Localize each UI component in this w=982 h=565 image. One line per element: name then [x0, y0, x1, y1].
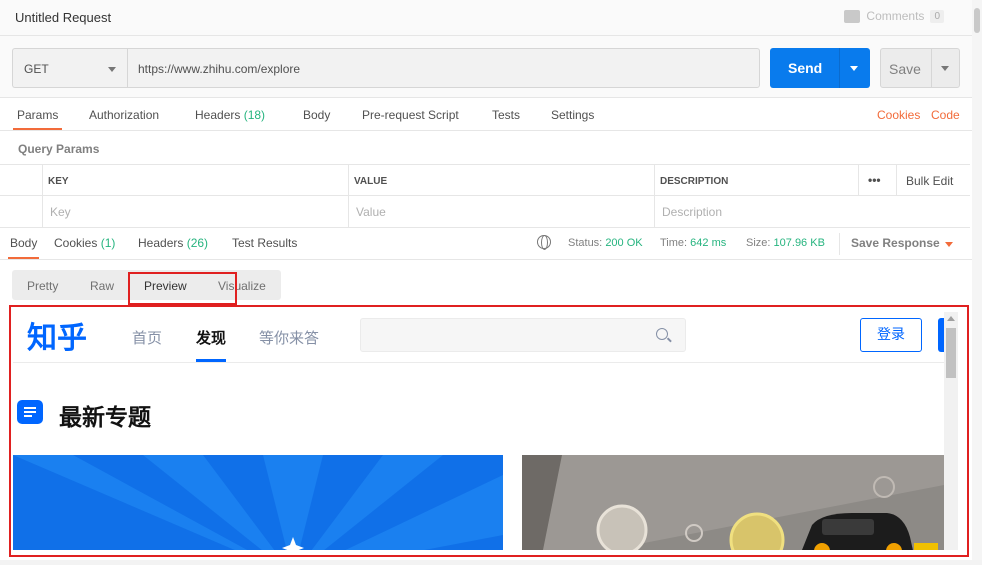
save-button[interactable]: Save: [880, 48, 960, 88]
window-scrollbar[interactable]: [972, 0, 982, 565]
request-tabs: Params Authorization Headers (18) Body P…: [0, 98, 972, 131]
comments-button[interactable]: Comments 0: [844, 9, 944, 23]
tab-pre-request-script[interactable]: Pre-request Script: [362, 108, 459, 122]
response-bar: Body Cookies (1) Headers (26) Test Resul…: [0, 228, 972, 260]
send-button[interactable]: Send: [770, 48, 870, 88]
tab-response-headers[interactable]: Headers (26): [138, 236, 208, 250]
tab-response-body[interactable]: Body: [7, 236, 40, 259]
column-header-description: DESCRIPTION: [660, 176, 729, 187]
tab-raw[interactable]: Raw: [90, 279, 114, 293]
save-divider: [931, 49, 932, 87]
method-select[interactable]: GET: [12, 48, 128, 88]
key-input[interactable]: Key: [50, 205, 71, 219]
save-response-chevron-icon[interactable]: [945, 242, 953, 247]
query-params-title: Query Params: [18, 142, 100, 156]
tab-test-results[interactable]: Test Results: [232, 236, 297, 250]
preview-highlight-box: [9, 305, 969, 557]
params-table: KEY VALUE DESCRIPTION ••• Bulk Edit Key …: [0, 164, 970, 228]
url-bar: GET https://www.zhihu.com/explore Send S…: [0, 36, 972, 98]
comments-count-badge: 0: [930, 9, 944, 23]
tab-pretty[interactable]: Pretty: [27, 279, 58, 293]
save-response-button[interactable]: Save Response: [851, 236, 940, 250]
tab-authorization[interactable]: Authorization: [89, 108, 159, 122]
chevron-down-icon: [108, 67, 116, 72]
status-divider: [839, 233, 840, 255]
cookies-link[interactable]: Cookies: [877, 108, 920, 122]
send-label: Send: [788, 60, 823, 76]
url-value: https://www.zhihu.com/explore: [138, 62, 301, 76]
column-divider: [348, 165, 349, 227]
tab-settings[interactable]: Settings: [551, 108, 594, 122]
status-readout: Status: 200 OK: [568, 237, 643, 249]
value-input[interactable]: Value: [356, 205, 386, 219]
window-scrollbar-thumb[interactable]: [974, 8, 980, 33]
url-input[interactable]: https://www.zhihu.com/explore: [127, 48, 760, 88]
tab-tests[interactable]: Tests: [492, 108, 520, 122]
status-strip: [0, 560, 982, 565]
preview-tab-highlight: [128, 272, 237, 305]
column-header-key: KEY: [48, 176, 69, 187]
time-readout: Time: 642 ms: [660, 237, 727, 249]
comments-label: Comments: [866, 9, 925, 23]
send-options-chevron-icon[interactable]: [850, 66, 858, 71]
params-header-row: [0, 165, 970, 196]
tab-headers[interactable]: Headers (18): [195, 108, 265, 122]
column-header-value: VALUE: [354, 176, 388, 187]
save-options-chevron-icon[interactable]: [941, 66, 949, 71]
tab-response-cookies[interactable]: Cookies (1): [54, 236, 115, 250]
column-divider: [858, 165, 859, 196]
column-divider: [654, 165, 655, 227]
bulk-edit-link[interactable]: Bulk Edit: [906, 174, 953, 188]
method-value: GET: [24, 62, 49, 76]
tab-params[interactable]: Params: [12, 108, 63, 130]
column-divider: [42, 165, 43, 227]
code-link[interactable]: Code: [931, 108, 960, 122]
comment-icon: [844, 9, 861, 23]
tab-body[interactable]: Body: [303, 108, 330, 122]
size-readout: Size: 107.96 KB: [746, 237, 825, 249]
send-divider: [839, 48, 840, 88]
request-title[interactable]: Untitled Request: [15, 10, 111, 25]
save-label: Save: [889, 61, 921, 77]
column-divider: [896, 165, 897, 196]
more-options-icon[interactable]: •••: [868, 173, 881, 187]
request-title-bar: Untitled Request Comments 0: [0, 0, 972, 36]
globe-icon[interactable]: [537, 235, 551, 250]
description-input[interactable]: Description: [662, 205, 722, 219]
